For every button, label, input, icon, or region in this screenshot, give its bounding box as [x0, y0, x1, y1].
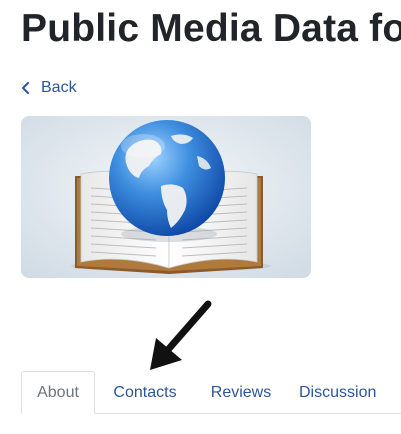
back-link[interactable]: Back [21, 77, 77, 99]
hero-image [21, 116, 311, 278]
globe-book-illustration [21, 116, 311, 278]
chevron-left-icon [21, 81, 31, 95]
page: Public Media Data fo Back About Contacts… [0, 0, 401, 434]
arrow-pointer-icon [140, 296, 220, 381]
tab-about[interactable]: About [21, 371, 95, 414]
tab-discussion[interactable]: Discussion [287, 372, 401, 413]
tab-contacts[interactable]: Contacts [95, 372, 195, 413]
back-link-label: Back [41, 79, 77, 96]
tab-reviews[interactable]: Reviews [195, 372, 287, 413]
page-title: Public Media Data fo [21, 7, 401, 50]
tab-bar: About Contacts Reviews Discussion [21, 371, 401, 414]
